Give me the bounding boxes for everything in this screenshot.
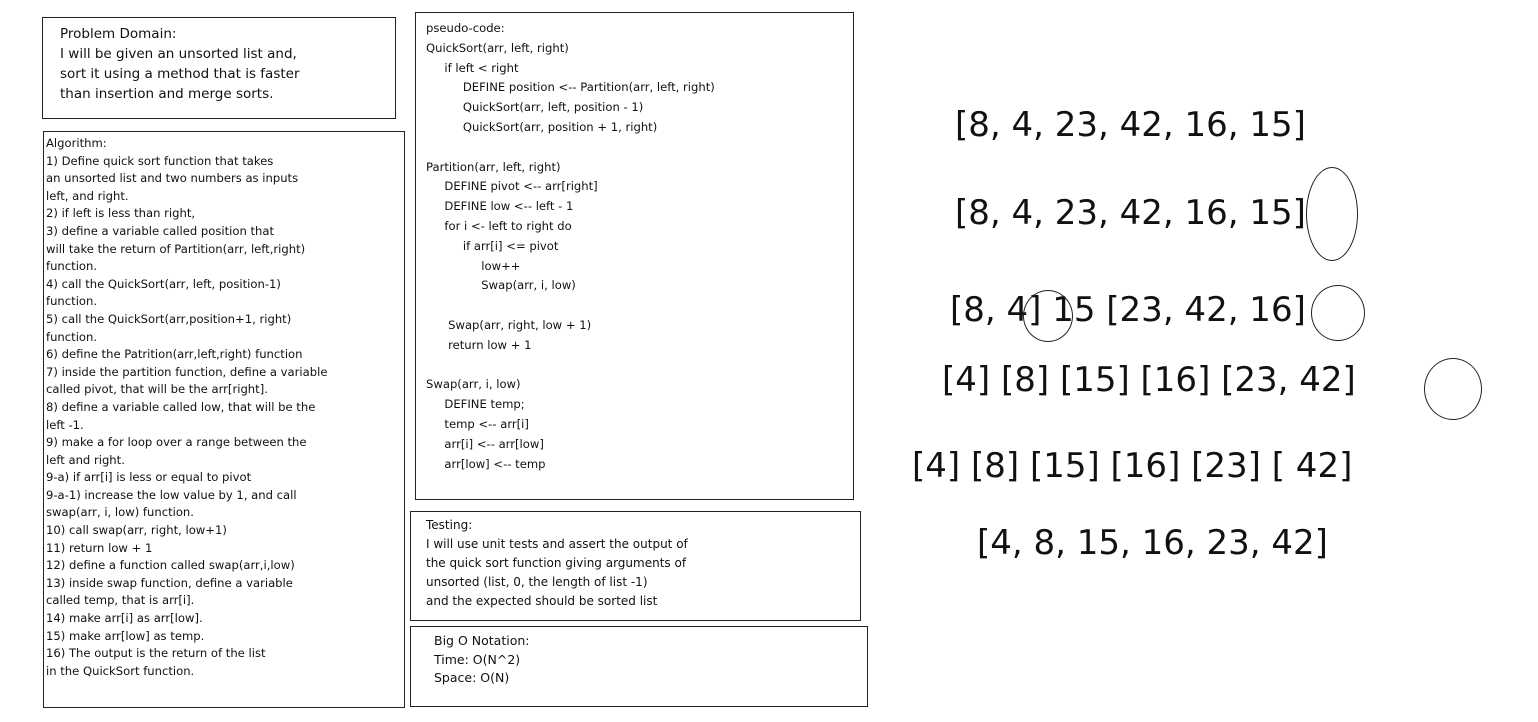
- pseudo-code-line: Swap(arr, right, low + 1): [426, 317, 592, 332]
- big-o-time: Time: O(N^2): [434, 651, 521, 667]
- pseudo-code-line: DEFINE position <-- Partition(arr, left,…: [426, 80, 715, 95]
- algorithm-line: in the QuickSort function.: [46, 663, 195, 678]
- problem-domain-box: Problem Domain: I will be given an unsor…: [42, 17, 396, 119]
- testing-line: and the expected should be sorted list: [426, 594, 658, 608]
- pseudo-code-box: pseudo-code: QuickSort(arr, left, right)…: [415, 12, 854, 500]
- pseudo-code-line: DEFINE pivot <-- arr[right]: [426, 179, 598, 194]
- pseudo-code-line: low++: [426, 258, 521, 273]
- walkthrough-row-partition-3: [4] [8] [15] [16] [23] [ 42]: [912, 446, 1353, 486]
- walkthrough-row-partition-2: [4] [8] [15] [16] [23, 42]: [942, 360, 1356, 400]
- pivot-circle: [1023, 290, 1073, 342]
- pseudo-code-heading: pseudo-code:: [426, 21, 505, 35]
- algorithm-box: Algorithm: 1) Define quick sort function…: [43, 131, 405, 708]
- algorithm-line: will take the return of Partition(arr, l…: [46, 241, 306, 256]
- pseudo-code-line: temp <-- arr[i]: [426, 416, 529, 431]
- algorithm-line: 3) define a variable called position tha…: [46, 223, 275, 238]
- pseudo-code-line: Partition(arr, left, right): [426, 159, 561, 174]
- problem-domain-heading: Problem Domain:: [60, 26, 177, 42]
- algorithm-line: 11) return low + 1: [46, 540, 153, 555]
- algorithm-line: 10) call swap(arr, right, low+1): [46, 523, 227, 538]
- testing-line: I will use unit tests and assert the out…: [426, 537, 688, 551]
- algorithm-line: 7) inside the partition function, define…: [46, 364, 328, 379]
- algorithm-heading: Algorithm:: [46, 136, 107, 150]
- pseudo-code-line: [426, 138, 853, 158]
- algorithm-line: 16) The output is the return of the list: [46, 646, 266, 661]
- algorithm-line: function.: [46, 259, 98, 274]
- algorithm-line: 5) call the QuickSort(arr,position+1, ri…: [46, 311, 292, 326]
- testing-box: Testing: I will use unit tests and asser…: [410, 511, 861, 621]
- pseudo-code-line: Swap(arr, i, low): [426, 278, 576, 293]
- pseudo-code-line: QuickSort(arr, left, right): [426, 40, 569, 55]
- pseudo-code-line: arr[low] <-- temp: [426, 456, 546, 471]
- big-o-heading: Big O Notation:: [434, 633, 530, 648]
- walkthrough-row-sorted: [4, 8, 15, 16, 23, 42]: [977, 523, 1328, 563]
- algorithm-line: left -1.: [46, 417, 84, 432]
- pseudo-code-line: return low + 1: [426, 337, 532, 352]
- pseudo-code-line: for i <- left to right do: [426, 218, 572, 233]
- algorithm-line: swap(arr, i, low) function.: [46, 505, 194, 520]
- pseudo-code-line: if left < right: [426, 60, 519, 75]
- pseudo-code-line: [426, 356, 853, 376]
- algorithm-line: 13) inside swap function, define a varia…: [46, 575, 293, 590]
- algorithm-line: left, and right.: [46, 188, 129, 203]
- algorithm-line: called pivot, that will be the arr[right…: [46, 382, 268, 397]
- pivot-circle: [1424, 358, 1482, 420]
- problem-domain-line: sort it using a method that is faster: [60, 66, 300, 82]
- walkthrough-row-pivot: [8, 4, 23, 42, 16, 15]: [955, 193, 1306, 233]
- algorithm-line: function.: [46, 329, 98, 344]
- algorithm-line: 4) call the QuickSort(arr, left, positio…: [46, 276, 281, 291]
- pseudo-code-line: arr[i] <-- arr[low]: [426, 436, 544, 451]
- algorithm-line: 9-a-1) increase the low value by 1, and …: [46, 487, 297, 502]
- testing-line: unsorted (list, 0, the length of list -1…: [426, 575, 648, 589]
- algorithm-line: 8) define a variable called low, that wi…: [46, 399, 316, 414]
- algorithm-line: 14) make arr[i] as arr[low].: [46, 611, 203, 626]
- pseudo-code-line: DEFINE low <-- left - 1: [426, 199, 574, 214]
- algorithm-line: left and right.: [46, 452, 125, 467]
- walkthrough-row-partition-1: [8, 4] 15 [23, 42, 16]: [950, 290, 1306, 330]
- problem-domain-line: I will be given an unsorted list and,: [60, 46, 297, 62]
- testing-line: the quick sort function giving arguments…: [426, 556, 687, 570]
- pseudo-code-line: [426, 296, 853, 316]
- algorithm-line: 6) define the Patrition(arr,left,right) …: [46, 347, 303, 362]
- algorithm-line: called temp, that is arr[i].: [46, 593, 195, 608]
- algorithm-line: 9-a) if arr[i] is less or equal to pivot: [46, 470, 252, 485]
- algorithm-line: function.: [46, 294, 98, 309]
- algorithm-line: an unsorted list and two numbers as inpu…: [46, 171, 299, 186]
- algorithm-line: 9) make a for loop over a range between …: [46, 435, 307, 450]
- pseudo-code-line: DEFINE temp;: [426, 397, 525, 412]
- pseudo-code-line: Swap(arr, i, low): [426, 377, 521, 392]
- algorithm-line: 2) if left is less than right,: [46, 206, 196, 221]
- algorithm-line: 15) make arr[low] as temp.: [46, 628, 205, 643]
- big-o-space: Space: O(N): [434, 670, 510, 685]
- pseudo-code-line: QuickSort(arr, position + 1, right): [426, 119, 658, 134]
- pivot-circle: [1306, 167, 1358, 261]
- pivot-circle: [1311, 285, 1365, 341]
- big-o-box: Big O Notation: Time: O(N^2) Space: O(N): [410, 626, 868, 707]
- problem-domain-line: than insertion and merge sorts.: [60, 86, 274, 102]
- testing-heading: Testing:: [426, 518, 473, 532]
- algorithm-line: 1) Define quick sort function that takes: [46, 153, 274, 168]
- algorithm-line: 12) define a function called swap(arr,i,…: [46, 558, 295, 573]
- walkthrough-row-unsorted: [8, 4, 23, 42, 16, 15]: [955, 105, 1306, 145]
- pseudo-code-line: if arr[i] <= pivot: [426, 238, 559, 253]
- pseudo-code-line: QuickSort(arr, left, position - 1): [426, 100, 644, 115]
